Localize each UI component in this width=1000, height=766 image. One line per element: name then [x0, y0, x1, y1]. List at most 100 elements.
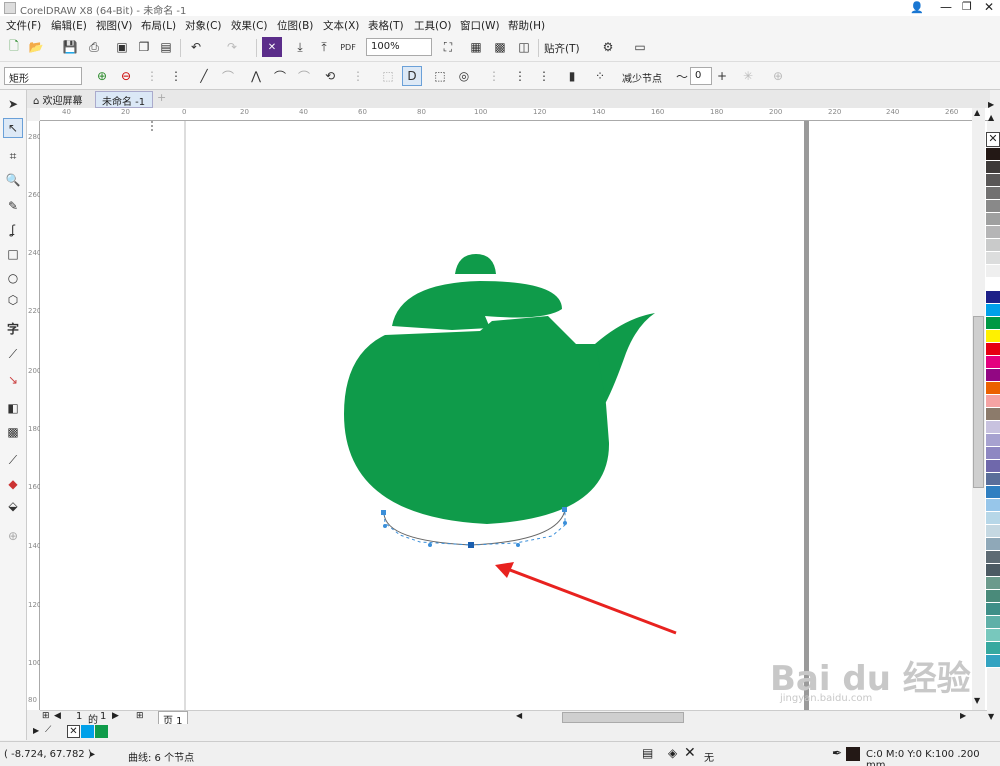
- search-content-icon[interactable]: ✕: [262, 37, 282, 57]
- tab-document[interactable]: 未命名 -1: [95, 91, 153, 108]
- rotate-nodes-icon[interactable]: ◎: [454, 66, 474, 86]
- doc-swatch-none[interactable]: ✕: [67, 725, 80, 738]
- scroll-down-icon[interactable]: ▼: [974, 696, 980, 705]
- next-page-icon[interactable]: ▶: [112, 711, 119, 721]
- eyedropper-tool-icon[interactable]: ⟋: [3, 450, 23, 470]
- restore-button[interactable]: ❐: [962, 0, 972, 13]
- palette-swatch[interactable]: [986, 395, 1000, 408]
- palette-swatch[interactable]: [986, 265, 1000, 278]
- color-proof-icon[interactable]: ▤: [642, 746, 653, 760]
- symmetrical-node-icon[interactable]: ⌒: [294, 66, 314, 86]
- palette-swatch[interactable]: [986, 538, 1000, 551]
- curve-node[interactable]: [381, 510, 386, 515]
- palette-swatch[interactable]: [986, 239, 1000, 252]
- mirror-vertical-icon[interactable]: ⋮: [534, 66, 554, 86]
- palette-swatch[interactable]: [986, 382, 1000, 395]
- menu-text[interactable]: 文本(X): [323, 18, 359, 33]
- open-icon[interactable]: 📂: [26, 37, 46, 57]
- user-icon[interactable]: 👤: [910, 1, 924, 14]
- prev-page-icon[interactable]: ◀: [54, 711, 61, 721]
- horizontal-scroll-thumb[interactable]: [562, 712, 684, 723]
- show-rulers-icon[interactable]: ▦: [466, 37, 486, 57]
- menu-table[interactable]: 表格(T): [368, 18, 404, 33]
- control-handle[interactable]: [563, 521, 567, 525]
- pick-tool-icon[interactable]: ➤: [3, 94, 23, 114]
- palette-swatch[interactable]: [986, 187, 1000, 200]
- to-curve-icon[interactable]: ⌒: [218, 66, 238, 86]
- palette-swatch[interactable]: [986, 590, 1000, 603]
- palette-scroll-up-icon[interactable]: ▲: [988, 113, 994, 122]
- teapot-body[interactable]: [344, 316, 610, 524]
- export-icon[interactable]: ⤒: [314, 37, 334, 57]
- curve-node[interactable]: [562, 507, 567, 512]
- select-all-nodes-icon[interactable]: ⁘: [590, 66, 610, 86]
- palette-swatch[interactable]: [986, 213, 1000, 226]
- zoom-tool-icon[interactable]: 🔍: [3, 170, 23, 190]
- palette-swatch[interactable]: [986, 603, 1000, 616]
- parallel-dimension-icon[interactable]: ⟋: [3, 344, 23, 364]
- teapot-spout[interactable]: [595, 313, 655, 404]
- copy-icon[interactable]: ❐: [134, 37, 154, 57]
- publish-pdf-icon[interactable]: PDF: [338, 37, 358, 57]
- menu-tools[interactable]: 工具(O): [414, 18, 451, 33]
- import-icon[interactable]: ⤓: [290, 37, 310, 57]
- palette-swatch[interactable]: [986, 642, 1000, 655]
- doc-swatch-cyan[interactable]: [81, 725, 94, 738]
- vertical-scroll-thumb[interactable]: [973, 316, 984, 488]
- palette-swatch[interactable]: [986, 161, 1000, 174]
- menu-effects[interactable]: 效果(C): [231, 18, 268, 33]
- palette-swatch[interactable]: [986, 499, 1000, 512]
- freehand-tool-icon[interactable]: ✎: [3, 196, 23, 216]
- zoom-level-dropdown[interactable]: 100%: [366, 38, 432, 56]
- palette-swatch[interactable]: [986, 434, 1000, 447]
- scroll-left-icon[interactable]: ◀: [516, 711, 522, 720]
- menu-window[interactable]: 窗口(W): [460, 18, 500, 33]
- palette-swatch[interactable]: [986, 226, 1000, 239]
- palette-swatch[interactable]: [986, 200, 1000, 213]
- break-curve-icon[interactable]: ⋮: [166, 66, 186, 86]
- snap-to-dropdown[interactable]: 贴齐(T): [544, 41, 580, 56]
- cusp-node-icon[interactable]: ⋀: [246, 66, 266, 86]
- palette-swatch[interactable]: [986, 577, 1000, 590]
- extract-subpath-icon[interactable]: ⬚: [378, 66, 398, 86]
- palette-swatch[interactable]: [986, 291, 1000, 304]
- palette-swatch[interactable]: [986, 525, 1000, 538]
- polygon-tool-icon[interactable]: ⬡: [3, 290, 23, 310]
- palette-swatch[interactable]: [986, 252, 1000, 265]
- reduce-nodes-button[interactable]: 减少节点: [622, 70, 662, 85]
- outline-pen-icon[interactable]: ✒: [832, 746, 842, 760]
- add-page-icon[interactable]: ⊞: [136, 711, 144, 721]
- menu-edit[interactable]: 编辑(E): [51, 18, 87, 33]
- teapot-knob[interactable]: [455, 254, 496, 274]
- application-launcher-icon[interactable]: ▭: [630, 37, 650, 57]
- menu-view[interactable]: 视图(V): [96, 18, 132, 33]
- doc-swatch-green[interactable]: [95, 725, 108, 738]
- scroll-right-icon[interactable]: ▶: [960, 711, 966, 720]
- curve-smoothness-input[interactable]: 0: [690, 67, 712, 85]
- menu-file[interactable]: 文件(F): [6, 18, 41, 33]
- palette-swatch[interactable]: [986, 512, 1000, 525]
- palette-swatch[interactable]: [986, 473, 1000, 486]
- interactive-fill-icon[interactable]: ◆: [3, 474, 23, 494]
- palette-swatch[interactable]: [986, 486, 1000, 499]
- palette-swatch[interactable]: [986, 278, 1000, 291]
- redo-icon[interactable]: ↷: [222, 37, 242, 57]
- selection-mode-dropdown[interactable]: 矩形: [4, 67, 82, 85]
- palette-swatch[interactable]: [986, 343, 1000, 356]
- elastic-mode-icon[interactable]: ▮: [562, 66, 582, 86]
- palette-swatch[interactable]: [986, 460, 1000, 473]
- drop-shadow-icon[interactable]: ◧: [3, 398, 23, 418]
- menu-layout[interactable]: 布局(L): [141, 18, 176, 33]
- eyedropper-icon[interactable]: ⟋: [45, 725, 51, 735]
- to-line-icon[interactable]: ╱: [194, 66, 214, 86]
- teapot[interactable]: [344, 254, 655, 524]
- add-tool-icon[interactable]: ⊕: [3, 526, 23, 546]
- palette-swatch[interactable]: [986, 616, 1000, 629]
- delete-node-icon[interactable]: ⊖: [116, 66, 136, 86]
- fill-icon[interactable]: ◈: [668, 746, 677, 760]
- first-page-icon[interactable]: ⊞: [42, 711, 50, 721]
- paste-icon[interactable]: ▤: [156, 37, 176, 57]
- connector-tool-icon[interactable]: ↘: [3, 370, 23, 390]
- shape-tool-icon[interactable]: ↖: [3, 118, 23, 138]
- mirror-horizontal-icon[interactable]: ⋮: [510, 66, 530, 86]
